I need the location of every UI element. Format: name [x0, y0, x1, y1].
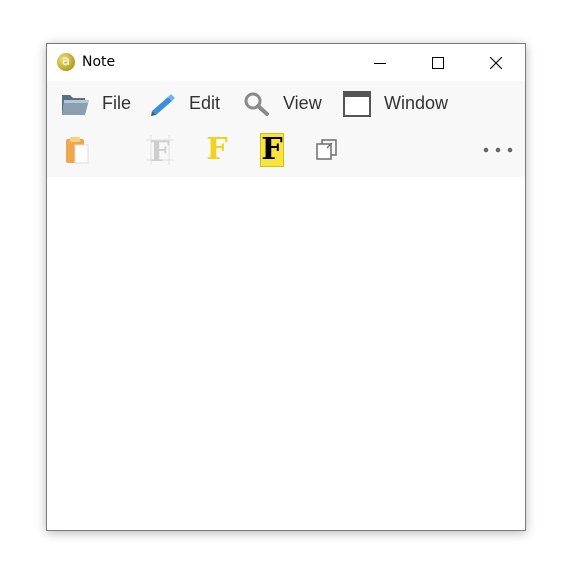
font-color-button[interactable]: F [199, 132, 235, 168]
menu-window-label: Window [384, 93, 449, 113]
close-button[interactable] [467, 44, 525, 81]
paste-icon [66, 137, 89, 164]
magnifier-icon [243, 91, 271, 117]
font-highlight-button[interactable]: F [254, 132, 290, 168]
pencil-icon [149, 92, 177, 116]
window-title: Note [82, 54, 116, 70]
folder-icon [60, 91, 90, 117]
more-icon [483, 147, 513, 153]
more-button[interactable] [480, 132, 516, 168]
minimize-icon [374, 62, 386, 64]
maximize-button[interactable] [409, 44, 467, 81]
note-window: a Note File Edit View Window F F F [46, 43, 526, 531]
menu-window[interactable]: Window [342, 81, 448, 126]
close-icon [490, 56, 502, 69]
menu-file[interactable]: File [60, 81, 131, 126]
note-content-area[interactable] [47, 177, 525, 530]
font-highlight-glyph: F [261, 132, 283, 167]
toolbar: F F F [47, 126, 525, 177]
menu-file-label: File [102, 93, 132, 113]
menu-view-label: View [283, 93, 322, 113]
font-outline-button[interactable]: F [142, 132, 178, 168]
app-icon-letter: a [62, 53, 70, 69]
copy-button[interactable] [309, 132, 345, 168]
window-icon [342, 90, 372, 118]
copy-icon [316, 139, 337, 160]
minimize-button[interactable] [351, 44, 409, 81]
maximize-icon [432, 56, 444, 69]
font-highlight-icon: F [260, 133, 284, 167]
menu-edit[interactable]: Edit [149, 81, 220, 126]
font-outline-icon: F [146, 135, 174, 168]
menu-bar: File Edit View Window [47, 81, 525, 126]
app-icon: a [57, 53, 75, 71]
title-bar[interactable]: a Note [47, 44, 525, 81]
font-color-icon: F [206, 132, 228, 167]
menu-view[interactable]: View [243, 81, 322, 126]
paste-button[interactable] [59, 132, 95, 168]
menu-edit-label: Edit [189, 93, 221, 113]
font-outline-glyph: F [150, 135, 170, 168]
